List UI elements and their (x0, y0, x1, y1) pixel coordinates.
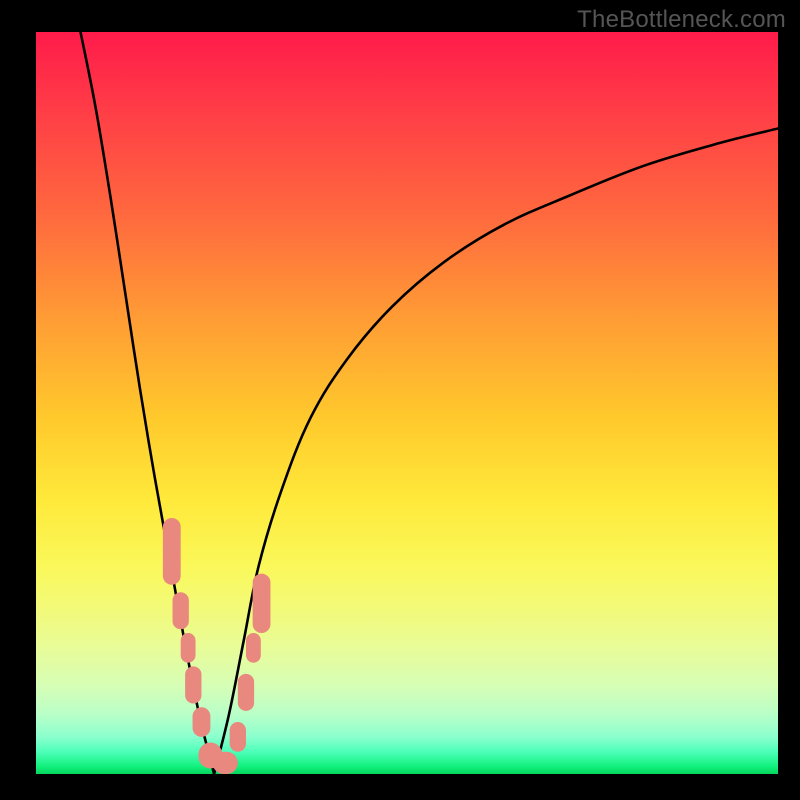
curve-right-curve (214, 128, 778, 774)
chart-frame: TheBottleneck.com (0, 0, 800, 800)
highlight-bead (181, 633, 196, 663)
highlight-bead (230, 722, 246, 752)
highlight-bead (238, 674, 254, 711)
highlight-bead (173, 592, 189, 629)
highlight-bead (213, 752, 238, 774)
plot-area (36, 32, 778, 774)
highlight-bead (163, 518, 181, 585)
highlight-bead (253, 574, 271, 633)
curve-layer (36, 32, 778, 774)
highlight-bead (193, 707, 211, 737)
watermark-text: TheBottleneck.com (577, 6, 786, 34)
curve-left-curve (81, 32, 215, 774)
highlight-bead (185, 666, 201, 703)
highlight-bead (246, 633, 261, 663)
